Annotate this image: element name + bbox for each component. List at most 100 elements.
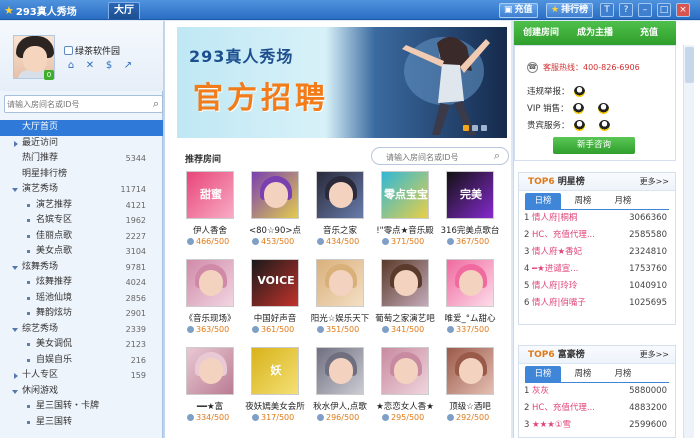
ranking-row[interactable]: 3 ★★★①雪 2599600 (519, 417, 675, 434)
room-thumbnail[interactable]: 甜蜜 (186, 171, 234, 219)
room-thumbnail[interactable] (381, 347, 429, 395)
room-thumbnail[interactable] (251, 171, 299, 219)
room-card[interactable]: 《音乐现场》 363/500 (177, 259, 239, 343)
room-name[interactable]: 秋水伊人,点歌 (307, 400, 373, 412)
qq-icon[interactable] (598, 119, 610, 131)
ranking-name[interactable]: 情人府|桐桐 (532, 213, 577, 223)
room-name[interactable]: <80☆90>点 (242, 224, 308, 236)
ranking-name[interactable]: ★★★①雪 (532, 420, 571, 430)
recharge-button[interactable]: ▣ 充值 (499, 3, 538, 18)
room-card[interactable]: VOICE 中国好声音 361/500 (242, 259, 304, 343)
room-name[interactable]: 《音乐现场》 (177, 312, 243, 324)
coin-icon[interactable]: $ (103, 60, 115, 72)
room-card[interactable]: 秋水伊人,点歌 296/500 (307, 347, 369, 431)
search-icon[interactable]: ⌕ (494, 149, 500, 163)
sidebar-item[interactable]: 大厅首页 (0, 120, 163, 136)
ranking-name[interactable]: 情人府|俏嘴子 (532, 298, 586, 308)
star-rank-more-link[interactable]: 更多>> (640, 173, 669, 191)
sidebar-item[interactable]: 炫舞推荐 4024 (0, 275, 163, 291)
sidebar-item[interactable]: 美女点歌 3104 (0, 244, 163, 260)
ranking-name[interactable]: HC、充值代理... (532, 403, 595, 413)
username[interactable]: 绿茶软件园 (64, 44, 120, 57)
room-thumbnail[interactable]: 零点宝宝 (381, 171, 429, 219)
room-card[interactable]: ━━★富 334/500 (177, 347, 239, 431)
tab-daily[interactable]: 日榜 (525, 193, 561, 209)
ranking-name[interactable]: ━★进谴宣... (532, 264, 578, 274)
qq-icon[interactable] (597, 102, 609, 114)
ranking-row[interactable]: 2 HC、充值代理... 2585580 (519, 227, 675, 244)
room-name[interactable]: 316完美点歌台 (437, 224, 503, 236)
qq-icon[interactable] (573, 85, 585, 97)
tab-weekly[interactable]: 周榜 (565, 193, 601, 209)
pager-dot[interactable] (463, 125, 469, 131)
room-name[interactable]: 唯爱_°ム甜心 (437, 312, 503, 324)
room-card[interactable]: 唯爱_°ム甜心 337/500 (437, 259, 499, 343)
search-icon[interactable]: ⌕ (153, 97, 159, 111)
tab-weekly[interactable]: 周榜 (565, 366, 601, 382)
room-card[interactable]: 葡萄之家演艺吧 341/500 (372, 259, 435, 343)
room-search-input[interactable] (7, 98, 145, 110)
share-icon[interactable]: ↗ (122, 60, 134, 72)
sidebar-item[interactable]: 星三国转・卡牌 (0, 399, 163, 415)
room-name[interactable]: 中国好声音 (242, 312, 308, 324)
room-thumbnail[interactable] (381, 259, 429, 307)
room-card[interactable]: 音乐之家 434/500 (307, 171, 369, 255)
sidebar-item[interactable]: 最近访问 (0, 136, 163, 152)
right-scrollbar[interactable] (683, 45, 694, 438)
shirt-icon[interactable]: T (600, 3, 614, 17)
recharge-tab-button[interactable]: 充值 (622, 21, 676, 45)
ranking-row[interactable]: 4 ━★进谴宣... 1753760 (519, 261, 675, 278)
room-thumbnail[interactable] (446, 347, 494, 395)
room-thumbnail[interactable]: 完美 (446, 171, 494, 219)
room-name[interactable]: 葡萄之家演艺吧 (372, 312, 438, 324)
ranking-row[interactable]: 6 情人府|俏嘴子 1025695 (519, 295, 675, 312)
ranking-name[interactable]: 灰灰 (532, 386, 549, 396)
close-icon[interactable]: × (676, 3, 690, 17)
maximize-icon[interactable]: □ (657, 3, 671, 17)
rich-rank-more-link[interactable]: 更多>> (640, 346, 669, 364)
room-thumbnail[interactable] (186, 347, 234, 395)
consult-button[interactable]: 新手咨询 (553, 137, 635, 154)
tab-daily[interactable]: 日榜 (525, 366, 561, 382)
tab-monthly[interactable]: 月榜 (605, 366, 641, 382)
ranking-name[interactable]: HC、充值代理... (532, 230, 595, 240)
room-card[interactable]: 阳光☆娱乐天下 351/500 (307, 259, 369, 343)
room-thumbnail[interactable] (446, 259, 494, 307)
sidebar-item[interactable]: 演艺推荐 4121 (0, 198, 163, 214)
room-card[interactable]: <80☆90>点 453/500 (242, 171, 304, 255)
room-name[interactable]: 顶级☆酒吧 (437, 400, 503, 412)
sidebar-item[interactable]: 美女调侃 2123 (0, 337, 163, 353)
become-host-button[interactable]: 成为主播 (568, 21, 622, 45)
sidebar-item[interactable]: 瑶池仙境 2856 (0, 291, 163, 307)
sidebar-item[interactable]: 明星排行榜 (0, 167, 163, 183)
room-name[interactable]: !"零点★音乐殿 (372, 224, 438, 236)
ranking-row[interactable]: 5 情人府|玲玲 1040910 (519, 278, 675, 295)
home-icon[interactable]: ⌂ (65, 60, 77, 72)
sidebar-item[interactable]: 佳丽点歌 2227 (0, 229, 163, 245)
room-thumbnail[interactable] (186, 259, 234, 307)
room-card[interactable]: 顶级☆酒吧 292/500 (437, 347, 499, 431)
room-thumbnail[interactable] (316, 347, 364, 395)
sidebar-item[interactable]: 十人专区 159 (0, 368, 163, 384)
ranking-name[interactable]: 情人府|玲玲 (532, 281, 577, 291)
sidebar-item[interactable]: 热门推荐 5344 (0, 151, 163, 167)
room-card[interactable]: 完美 316完美点歌台 367/500 (437, 171, 499, 255)
ranking-row[interactable]: 2 HC、充值代理... 4883200 (519, 400, 675, 417)
tab-monthly[interactable]: 月榜 (605, 193, 641, 209)
pager-dot[interactable] (481, 125, 487, 131)
room-name[interactable]: 伊人香舍 (177, 224, 243, 236)
room-name[interactable]: 夜妖嫣美女会所 (242, 400, 308, 412)
room-card[interactable]: 妖夜妖嫣美女会所 317/500 (242, 347, 305, 431)
sidebar-item[interactable]: 舞韵炫坊 2901 (0, 306, 163, 322)
minimize-icon[interactable]: – (638, 3, 652, 17)
ranking-row[interactable]: 3 情人府★香妃 2324810 (519, 244, 675, 261)
sidebar-item[interactable]: 星三国转 (0, 415, 163, 431)
ranking-name[interactable]: 情人府★香妃 (532, 247, 582, 257)
room-thumbnail[interactable] (316, 259, 364, 307)
sidebar-item[interactable]: 炫舞秀场 9781 (0, 260, 163, 276)
sidebar-item[interactable]: 综艺秀场 2339 (0, 322, 163, 338)
tools-icon[interactable]: ✕ (84, 60, 96, 72)
sidebar-item[interactable]: 休闲游戏 (0, 384, 163, 400)
sidebar-item[interactable]: 名嫔专区 1962 (0, 213, 163, 229)
ranking-row[interactable]: 1 灰灰 5880000 (519, 383, 675, 400)
